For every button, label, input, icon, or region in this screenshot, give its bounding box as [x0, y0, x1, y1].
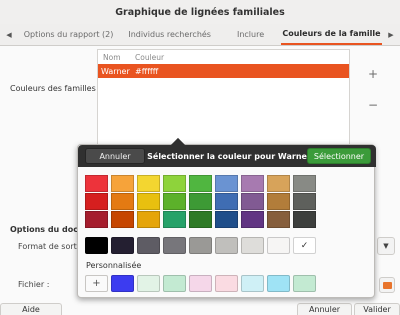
- gray-swatch[interactable]: ✓: [293, 237, 316, 254]
- color-swatch[interactable]: [163, 175, 186, 192]
- color-swatch[interactable]: [189, 211, 212, 228]
- color-swatch[interactable]: [267, 211, 290, 228]
- tab-scroll-left-icon[interactable]: ◀: [0, 24, 18, 45]
- grayscale-palette: ✓: [85, 237, 316, 254]
- color-swatch[interactable]: [241, 175, 264, 192]
- chevron-down-icon[interactable]: ▼: [377, 237, 395, 255]
- gray-swatch[interactable]: [85, 237, 108, 254]
- custom-color-swatch[interactable]: [163, 275, 186, 292]
- color-palette: [85, 175, 316, 228]
- color-swatch[interactable]: [215, 175, 238, 192]
- custom-color-swatch[interactable]: [241, 275, 264, 292]
- tab-bar: ◀ Options du rapport (2) Individus reche…: [0, 24, 400, 46]
- gray-swatch[interactable]: [137, 237, 160, 254]
- popover-cancel-button[interactable]: Annuler: [85, 148, 145, 164]
- color-swatch[interactable]: [111, 175, 134, 192]
- select-color-button[interactable]: Sélectionner: [307, 148, 371, 164]
- plus-icon[interactable]: +: [366, 67, 380, 81]
- custom-color-swatch[interactable]: [137, 275, 160, 292]
- column-name-header[interactable]: Nom: [98, 53, 135, 62]
- row-name: Warner: [101, 66, 130, 76]
- custom-color-swatch[interactable]: [215, 275, 238, 292]
- title-bar: Graphique de lignées familiales: [0, 0, 400, 24]
- color-swatch[interactable]: [163, 193, 186, 210]
- gray-swatch[interactable]: [163, 237, 186, 254]
- color-swatch[interactable]: [215, 211, 238, 228]
- color-swatch[interactable]: [163, 211, 186, 228]
- minus-icon[interactable]: −: [366, 98, 380, 112]
- color-swatch[interactable]: [189, 175, 212, 192]
- popover-title: Sélectionner la couleur pour Warner: [147, 151, 311, 161]
- file-label: Fichier :: [18, 280, 50, 289]
- color-swatch[interactable]: [189, 193, 212, 210]
- gray-swatch[interactable]: [215, 237, 238, 254]
- color-swatch[interactable]: [137, 175, 160, 192]
- color-swatch[interactable]: [267, 175, 290, 192]
- color-swatch[interactable]: [241, 211, 264, 228]
- custom-colors: +: [85, 275, 316, 292]
- window-title: Graphique de lignées familiales: [115, 6, 285, 18]
- check-icon: ✓: [300, 240, 309, 251]
- list-header: Nom Couleur: [98, 50, 349, 64]
- tab-family-colors[interactable]: Couleurs de la famille: [280, 24, 382, 45]
- color-swatch[interactable]: [241, 193, 264, 210]
- validate-button[interactable]: Valider: [354, 303, 400, 315]
- color-swatch[interactable]: [293, 211, 316, 228]
- column-color-header[interactable]: Couleur: [135, 53, 164, 62]
- add-custom-color-icon[interactable]: +: [85, 275, 108, 292]
- color-swatch[interactable]: [111, 211, 134, 228]
- color-swatch[interactable]: [85, 193, 108, 210]
- family-colors-label: Couleurs des familles :: [10, 84, 101, 93]
- color-swatch[interactable]: [293, 193, 316, 210]
- custom-color-swatch[interactable]: [111, 275, 134, 292]
- color-swatch[interactable]: [293, 175, 316, 192]
- color-swatch[interactable]: [137, 193, 160, 210]
- color-swatch[interactable]: [267, 193, 290, 210]
- color-swatch[interactable]: [85, 211, 108, 228]
- cancel-button[interactable]: Annuler: [297, 303, 352, 315]
- custom-color-swatch[interactable]: [293, 275, 316, 292]
- custom-color-swatch[interactable]: [189, 275, 212, 292]
- table-row[interactable]: Warner #ffffff: [98, 64, 349, 78]
- custom-colors-label: Personnalisée: [86, 261, 142, 270]
- tab-report-options[interactable]: Options du rapport (2): [18, 24, 119, 45]
- custom-color-swatch[interactable]: [267, 275, 290, 292]
- output-format-label: Format de sortie: [18, 242, 84, 251]
- color-chooser-popover: Annuler Sélectionner la couleur pour War…: [77, 137, 376, 298]
- tab-searched-people[interactable]: Individus recherchés: [119, 24, 220, 45]
- help-button[interactable]: Aide: [0, 303, 62, 315]
- color-swatch[interactable]: [85, 175, 108, 192]
- tab-include[interactable]: Inclure: [220, 24, 281, 45]
- gray-swatch[interactable]: [241, 237, 264, 254]
- row-color: #ffffff: [135, 66, 159, 76]
- gray-swatch[interactable]: [189, 237, 212, 254]
- folder-icon[interactable]: [379, 277, 395, 293]
- gray-swatch[interactable]: [267, 237, 290, 254]
- color-swatch[interactable]: [111, 193, 134, 210]
- color-swatch[interactable]: [137, 211, 160, 228]
- color-swatch[interactable]: [215, 193, 238, 210]
- gray-swatch[interactable]: [111, 237, 134, 254]
- tab-scroll-right-icon[interactable]: ▶: [382, 24, 400, 45]
